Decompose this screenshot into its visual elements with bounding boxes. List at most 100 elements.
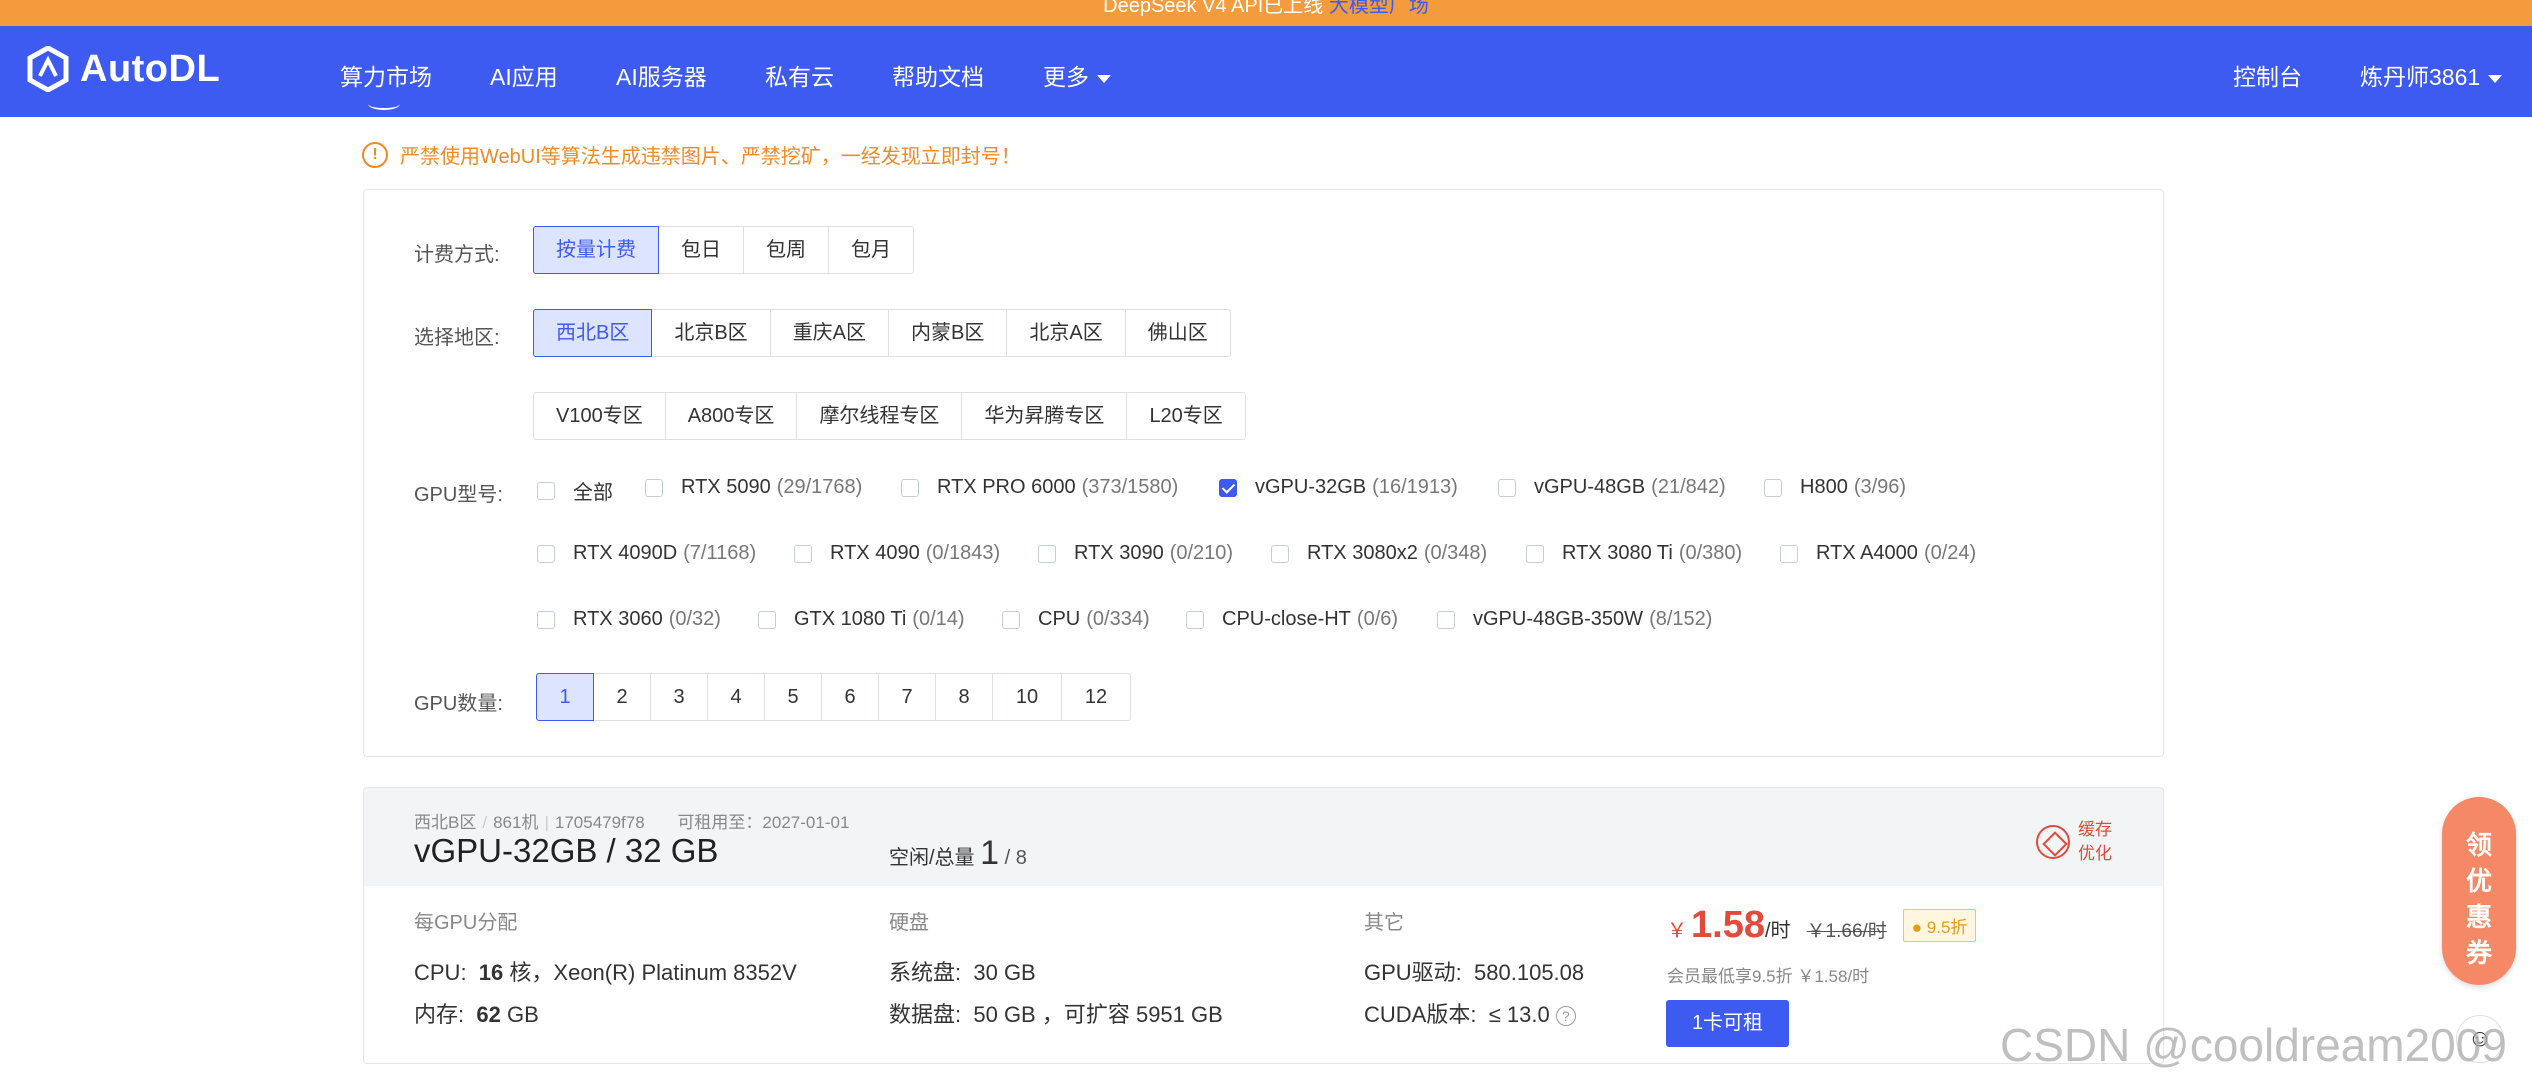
gpu-checkbox[interactable]: RTX 4090 (0/1843) bbox=[794, 542, 1000, 565]
gpu-count-option[interactable]: 10 bbox=[992, 673, 1062, 721]
region-option[interactable]: 重庆A区 bbox=[769, 309, 890, 357]
checkbox[interactable] bbox=[537, 544, 555, 563]
region-option[interactable]: A800专区 bbox=[664, 392, 798, 440]
nav-help-docs[interactable]: 帮助文档 bbox=[892, 58, 984, 92]
gpu-checkbox[interactable]: CPU-close-HT (0/6) bbox=[1186, 608, 1398, 631]
gpu-checkbox[interactable]: RTX 5090 (29/1768) bbox=[645, 476, 862, 499]
checkbox[interactable] bbox=[1780, 544, 1798, 563]
gpu-checkbox[interactable]: vGPU-48GB-350W (8/152) bbox=[1437, 608, 1712, 631]
gpu-checkbox[interactable]: GTX 1080 Ti (0/14) bbox=[758, 608, 965, 631]
banner-text: DeepSeek V4 API已上线 bbox=[1103, 0, 1324, 17]
username: 炼丹师3861 bbox=[2360, 64, 2481, 90]
user-menu[interactable]: 炼丹师3861 bbox=[2360, 58, 2503, 92]
region-option[interactable]: 西北B区 bbox=[533, 309, 653, 357]
total-count: / 8 bbox=[1004, 847, 1027, 869]
gpu-count: (21/842) bbox=[1651, 476, 1726, 498]
gpu-checkbox[interactable]: RTX 3080x2 (0/348) bbox=[1271, 542, 1487, 565]
checkbox[interactable] bbox=[645, 478, 663, 497]
checkbox[interactable] bbox=[537, 610, 555, 629]
gpu-checkbox[interactable]: 全部 bbox=[537, 476, 619, 505]
gpu-checkbox[interactable]: H800 (3/96) bbox=[1764, 476, 1906, 499]
gpu-count-option[interactable]: 12 bbox=[1061, 673, 1131, 721]
billing-option[interactable]: 按量计费 bbox=[533, 226, 659, 274]
checkbox[interactable] bbox=[1764, 478, 1782, 497]
gpu-checkbox[interactable]: vGPU-32GB (16/1913) bbox=[1219, 476, 1458, 499]
gpu-name: CPU bbox=[1038, 608, 1081, 630]
nav-ai-servers[interactable]: AI服务器 bbox=[616, 58, 707, 92]
gpu-count-option[interactable]: 5 bbox=[764, 673, 822, 721]
checkbox[interactable] bbox=[1498, 478, 1516, 497]
gpu-count-option[interactable]: 8 bbox=[935, 673, 993, 721]
top-announcement-banner[interactable]: DeepSeek V4 API已上线 大模型广场 bbox=[0, 0, 2532, 26]
nav-ai-apps[interactable]: AI应用 bbox=[490, 58, 558, 92]
gpu-count: (7/1168) bbox=[683, 542, 757, 564]
region-option[interactable]: 北京A区 bbox=[1006, 309, 1126, 357]
gpu-checkbox[interactable]: RTX 4090D (7/1168) bbox=[537, 542, 756, 565]
cuda-spec: CUDA版本: ≤ 13.0 ? bbox=[1364, 997, 1576, 1029]
gpu-checkbox[interactable]: RTX 3090 (0/210) bbox=[1038, 542, 1233, 565]
gpu-count-label: GPU数量: bbox=[414, 693, 503, 715]
nav-private-cloud[interactable]: 私有云 bbox=[765, 58, 834, 92]
checkbox[interactable] bbox=[1437, 610, 1455, 629]
billing-option[interactable]: 包月 bbox=[828, 226, 914, 274]
price-unit: /时 bbox=[1764, 920, 1791, 942]
gpu-count-option[interactable]: 2 bbox=[593, 673, 651, 721]
banner-link[interactable]: 大模型广场 bbox=[1329, 0, 1429, 17]
region-option[interactable]: 佛山区 bbox=[1124, 309, 1231, 357]
gpu-count: (0/210) bbox=[1169, 542, 1234, 564]
checkbox[interactable] bbox=[1038, 544, 1056, 563]
checkbox[interactable] bbox=[1526, 544, 1544, 563]
gpu-count-option[interactable]: 7 bbox=[878, 673, 936, 721]
region-option[interactable]: 华为昇腾专区 bbox=[961, 392, 1128, 440]
gpu-count-option[interactable]: 3 bbox=[650, 673, 708, 721]
logo-text: AutoDL bbox=[80, 47, 221, 90]
checkbox[interactable] bbox=[758, 610, 776, 629]
checkbox[interactable] bbox=[1002, 610, 1020, 629]
gpu-name: vGPU-32GB bbox=[1255, 476, 1367, 498]
checkbox[interactable] bbox=[1186, 610, 1204, 629]
gpu-count: (0/14) bbox=[912, 608, 965, 630]
billing-option[interactable]: 包日 bbox=[658, 226, 744, 274]
coupon-float-button[interactable]: 领 优 惠 券 bbox=[2442, 797, 2516, 985]
region-option[interactable]: L20专区 bbox=[1126, 392, 1246, 440]
gpu-count-option[interactable]: 4 bbox=[707, 673, 765, 721]
gpu-checkbox[interactable]: RTX PRO 6000 (373/1580) bbox=[901, 476, 1178, 499]
logo[interactable]: AutoDL bbox=[26, 46, 220, 92]
nav-compute-market[interactable]: 算力市场 bbox=[340, 58, 432, 110]
nav-more[interactable]: 更多 bbox=[1043, 58, 1111, 92]
region-option[interactable]: 北京B区 bbox=[651, 309, 771, 357]
nav-console[interactable]: 控制台 bbox=[2233, 58, 2302, 92]
gpu-checkbox[interactable]: vGPU-48GB (21/842) bbox=[1498, 476, 1726, 499]
watermark: CSDN @cooldream2009 bbox=[2000, 1019, 2507, 1071]
gpu-name: RTX 3060 bbox=[573, 608, 663, 630]
warning-text: 严禁使用WebUI等算法生成违禁图片、严禁挖矿，一经发现立即封号！ bbox=[400, 146, 1021, 168]
gpu-checkbox[interactable]: RTX 3080 Ti (0/380) bbox=[1526, 542, 1742, 565]
gpu-name: RTX 3080 Ti bbox=[1562, 542, 1673, 564]
gpu-count-option[interactable]: 1 bbox=[536, 673, 594, 721]
billing-options: 按量计费 包日 包周 包月 bbox=[533, 226, 914, 274]
cache-optimize-badge: 缓存 优化 bbox=[2036, 818, 2112, 866]
checkbox[interactable] bbox=[1271, 544, 1289, 563]
gpu-count: (16/1913) bbox=[1372, 476, 1458, 498]
checkbox-checked[interactable] bbox=[1219, 478, 1237, 497]
billing-option[interactable]: 包周 bbox=[743, 226, 829, 274]
gpu-count: (0/24) bbox=[1923, 542, 1977, 564]
rent-button[interactable]: 1卡可租 bbox=[1666, 1000, 1789, 1047]
gpu-checkbox[interactable]: CPU (0/334) bbox=[1002, 608, 1150, 631]
help-icon[interactable]: ? bbox=[1555, 1006, 1576, 1027]
cache-label: 优化 bbox=[2078, 844, 2112, 863]
checkbox[interactable] bbox=[537, 481, 555, 500]
gpu-count-option[interactable]: 6 bbox=[821, 673, 879, 721]
checkbox[interactable] bbox=[794, 544, 812, 563]
checkbox[interactable] bbox=[901, 478, 919, 497]
region-option[interactable]: 内蒙B区 bbox=[888, 309, 1008, 357]
gpu-count: (0/348) bbox=[1423, 542, 1488, 564]
machine-id: 1705479f78 bbox=[554, 813, 645, 832]
region-option[interactable]: V100专区 bbox=[533, 392, 666, 440]
gpu-checkbox[interactable]: RTX A4000 (0/24) bbox=[1780, 542, 1976, 565]
region-option[interactable]: 摩尔线程专区 bbox=[796, 392, 963, 440]
cache-label: 缓存 bbox=[2078, 820, 2112, 839]
gpu-checkbox[interactable]: RTX 3060 (0/32) bbox=[537, 608, 721, 631]
per-gpu-title: 每GPU分配 bbox=[414, 912, 518, 934]
gpu-name: H800 bbox=[1800, 476, 1848, 498]
